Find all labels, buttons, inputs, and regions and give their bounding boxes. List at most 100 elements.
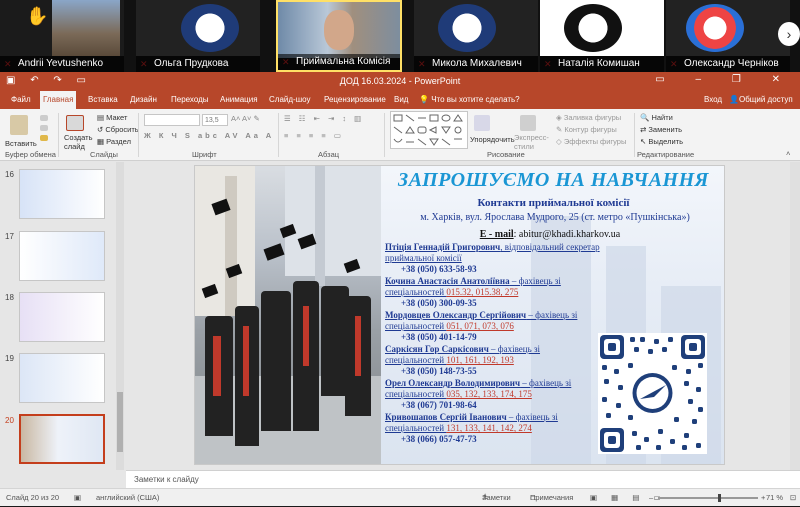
select-button[interactable]: ↖ Выделить xyxy=(640,137,683,146)
tab-file[interactable]: Файл xyxy=(8,91,34,109)
computer-logo-icon xyxy=(686,4,744,52)
shapes-gallery[interactable] xyxy=(390,111,468,149)
tab-animation[interactable]: Анимация xyxy=(217,91,261,109)
quick-styles-button[interactable]: Экспресс-стили xyxy=(514,133,550,151)
tab-slideshow[interactable]: Слайд-шоу xyxy=(266,91,313,109)
zoom-level[interactable]: 71 % xyxy=(766,489,783,507)
tab-insert[interactable]: Вставка xyxy=(85,91,121,109)
sign-in-link[interactable]: Вход xyxy=(704,91,722,109)
slide-thumbnail[interactable] xyxy=(19,353,105,403)
font-grow-shrink-icon[interactable]: A˄ A˅ ✎ xyxy=(231,114,260,123)
university-logo-icon xyxy=(181,4,239,52)
tab-view[interactable]: Вид xyxy=(391,91,411,109)
arrange-button[interactable]: Упорядочить xyxy=(470,135,515,144)
zoom-slider[interactable] xyxy=(658,494,758,502)
slide-counter: Слайд 20 из 20 xyxy=(6,493,60,502)
shape-outline-button[interactable]: ✎ Контур фигуры xyxy=(556,125,617,134)
participant-name: Микола Михалевич xyxy=(414,56,538,72)
replace-button[interactable]: ⇄ Заменить xyxy=(640,125,682,134)
contact-entry: Птіція Геннадій Григорович, відповідальн… xyxy=(385,242,600,274)
tab-home[interactable]: Главная xyxy=(40,91,77,109)
participant-tile-active[interactable]: ✕ Приймальна Комісія xyxy=(276,0,402,72)
group-label: Шрифт xyxy=(192,150,217,159)
paste-icon[interactable] xyxy=(10,115,28,135)
contacts-list: Птіція Геннадій Григорович, відповідальн… xyxy=(385,242,600,446)
slide-scrollbar[interactable] xyxy=(790,162,800,470)
format-painter-icon[interactable] xyxy=(40,135,48,141)
participant-name: Наталія Комишан xyxy=(540,56,664,72)
slide-canvas[interactable]: ЗАПРОШУЄМО НА НАВЧАННЯ Контакти приймаль… xyxy=(194,165,725,465)
new-slide-icon[interactable] xyxy=(66,115,84,131)
powerpoint-window: ▣ ↶ ↷ ▭ ДОД 16.03.2024 - PowerPoint ▭ – … xyxy=(0,72,800,506)
shape-fill-button[interactable]: ◈ Заливка фигуры xyxy=(556,113,621,122)
find-button[interactable]: 🔍 Найти xyxy=(640,113,673,122)
collapse-ribbon-icon[interactable]: ˄ xyxy=(786,149,790,158)
contact-entry: Мордовцев Олександр Сергійович – фахівец… xyxy=(385,310,578,342)
section-icon: ▦ xyxy=(97,137,107,146)
spellcheck-icon[interactable]: ▣ xyxy=(74,489,81,507)
participant-tile[interactable]: ✕ Ольга Прудкова xyxy=(136,0,260,72)
title-bar: ▣ ↶ ↷ ▭ ДОД 16.03.2024 - PowerPoint ▭ – … xyxy=(0,72,800,91)
slide-thumbnail[interactable] xyxy=(19,292,105,342)
thumbnail-number: 20 xyxy=(5,416,14,425)
tab-review[interactable]: Рецензирование xyxy=(321,91,389,109)
layout-button[interactable]: ▤ Макет xyxy=(97,113,127,122)
graduates-photo xyxy=(195,166,381,464)
list-buttons[interactable]: ☰ ☷ ⇤ ⇥ ↕ ▥ xyxy=(284,114,364,123)
layout-icon: ▤ xyxy=(97,113,107,122)
tab-design[interactable]: Дизайн xyxy=(127,91,160,109)
participant-tile[interactable]: ✋ ✕ Andrii Yevtushenko xyxy=(0,0,124,72)
copy-icon[interactable] xyxy=(40,125,48,131)
status-bar: Слайд 20 из 20 ▣ английский (США) ≜ Заме… xyxy=(0,488,800,506)
zoom-in-icon[interactable]: + xyxy=(761,489,765,507)
raised-hand-icon: ✋ xyxy=(26,6,49,26)
window-controls[interactable]: ▭ – ❐ ✕ xyxy=(655,74,794,85)
font-format-buttons[interactable]: Ж К Ч S abc AV Aa A xyxy=(144,131,274,140)
quick-styles-icon[interactable] xyxy=(520,115,536,131)
participant-name: Олександр Черніков xyxy=(666,56,790,72)
fit-slide-icon[interactable]: ⊡ xyxy=(790,489,796,507)
thumbnail-number: 18 xyxy=(5,293,14,302)
arrange-icon[interactable] xyxy=(474,115,490,131)
thumbnail-number: 17 xyxy=(5,232,14,241)
share-button[interactable]: 👤 Общий доступ xyxy=(727,92,793,108)
tell-me-box[interactable]: 💡 Что вы хотите сделать? xyxy=(419,91,520,109)
new-slide-button[interactable]: Создать слайд xyxy=(64,133,93,151)
search-icon: 🔍 xyxy=(640,113,652,122)
slide-subtitle: Контакти приймальної комісії xyxy=(477,197,630,209)
ribbon-tabs: Файл Главная Вставка Дизайн Переходы Ани… xyxy=(0,91,800,109)
tab-transitions[interactable]: Переходы xyxy=(168,91,212,109)
contact-entry: Саркісян Гор Саркісович – фахівець зі сп… xyxy=(385,344,541,376)
slide-thumbnail[interactable] xyxy=(19,231,105,281)
effects-icon: ◇ xyxy=(556,137,564,146)
section-button[interactable]: ▦ Раздел xyxy=(97,137,131,146)
group-label: Рисование xyxy=(487,150,525,159)
slide-address: м. Харків, вул. Ярослава Мудрого, 25 (ст… xyxy=(420,212,690,223)
university-logo-icon xyxy=(564,4,622,52)
participant-tile[interactable]: ✕ Олександр Черніков xyxy=(666,0,790,72)
thumbnail-number: 19 xyxy=(5,354,14,363)
contact-entry: Кривошапов Сергій Іванович – фахівець зі… xyxy=(385,412,558,444)
reset-button[interactable]: ↺ Сбросить xyxy=(97,125,139,134)
shape-effects-button[interactable]: ◇ Эффекты фигуры xyxy=(556,137,626,146)
slide-thumbnail-selected[interactable] xyxy=(19,414,105,464)
participant-name: Ольга Прудкова xyxy=(136,56,260,72)
language-indicator[interactable]: английский (США) xyxy=(96,489,159,507)
next-page-chevron-icon[interactable]: › xyxy=(778,22,800,46)
view-buttons[interactable]: ▣ ▦ ▤ ▭ xyxy=(590,489,667,507)
paste-button[interactable]: Вставить xyxy=(5,139,37,148)
participant-tile[interactable]: ✕ Микола Михалевич xyxy=(414,0,538,72)
zoom-out-icon[interactable]: – xyxy=(649,489,653,507)
notes-pane[interactable]: Заметки к слайду xyxy=(126,470,800,488)
font-size-combo[interactable]: 13,5 xyxy=(202,114,228,126)
align-buttons[interactable]: ≡ ≡ ≡ ≡ ▭ xyxy=(284,131,344,140)
group-label: Буфер обмена xyxy=(5,150,56,159)
participant-tile[interactable]: ✕ Наталія Комишан xyxy=(540,0,664,72)
group-label: Абзац xyxy=(318,150,340,159)
contact-entry: Орел Олександр Володимирович – фахівець … xyxy=(385,378,572,410)
ribbon: Вставить Буфер обмена Создать слайд ▤ Ма… xyxy=(0,109,800,161)
thumbnail-scrollbar[interactable] xyxy=(116,162,124,470)
cut-icon[interactable] xyxy=(40,115,48,121)
slide-thumbnail[interactable] xyxy=(19,169,105,219)
font-name-combo[interactable] xyxy=(144,114,200,126)
